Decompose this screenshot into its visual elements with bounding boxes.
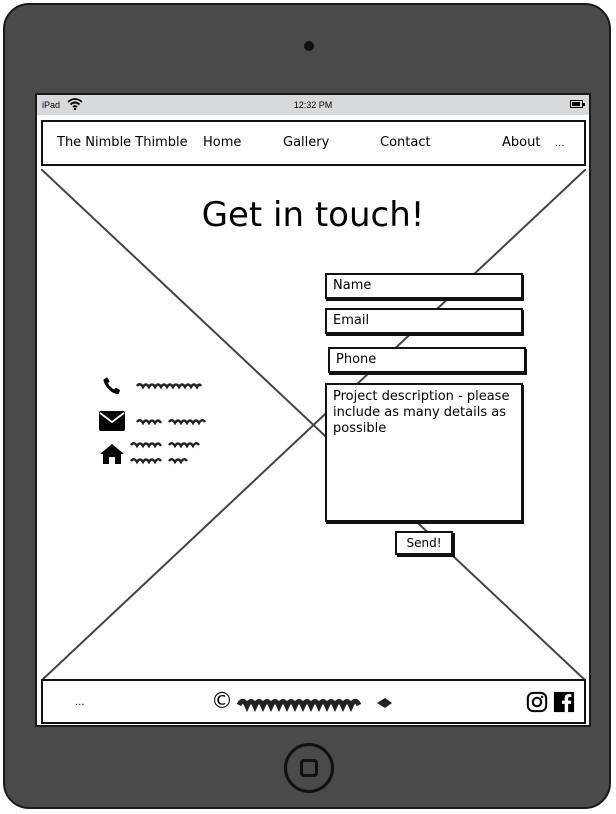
name-input[interactable]: Name [325, 273, 523, 299]
brand-link[interactable]: The Nimble Thimble [57, 135, 188, 150]
page-title: Get in touch! [201, 195, 425, 235]
instagram-icon[interactable] [526, 691, 548, 713]
copyright-text-scribble [237, 698, 392, 713]
email-address-scribble [136, 419, 206, 426]
status-bar: iPad 12:32 PM [37, 95, 589, 115]
home-icon [100, 444, 124, 464]
tablet-screen: iPad 12:32 PM The Nimble Thimble Home Ga… [35, 93, 591, 727]
project-description-textarea[interactable]: Project description - please include as … [325, 383, 523, 522]
footer: ... © [41, 679, 586, 724]
home-button-square [300, 759, 318, 777]
navigation-bar: The Nimble Thimble Home Gallery Contact … [41, 120, 586, 166]
nav-item-home[interactable]: Home [203, 135, 241, 150]
footer-ellipsis: ... [75, 697, 85, 708]
nav-more[interactable]: ... [555, 138, 565, 149]
copyright-symbol: © [211, 689, 233, 714]
camera-dot [304, 41, 314, 51]
envelope-icon [99, 411, 125, 431]
facebook-icon[interactable] [553, 691, 575, 713]
battery-icon [570, 100, 585, 108]
send-button[interactable]: Send! [395, 531, 453, 555]
phone-input[interactable]: Phone [328, 347, 526, 373]
nav-item-about[interactable]: About [502, 135, 540, 150]
nav-item-gallery[interactable]: Gallery [283, 135, 329, 150]
address-scribble [130, 442, 200, 465]
nav-item-contact[interactable]: Contact [380, 135, 431, 150]
email-input[interactable]: Email [325, 308, 523, 334]
status-time: 12:32 PM [293, 100, 333, 110]
device-home-button[interactable] [284, 743, 334, 793]
tablet-device-frame: iPad 12:32 PM The Nimble Thimble Home Ga… [3, 3, 611, 809]
phone-number-scribble [135, 382, 203, 390]
phone-icon [103, 377, 121, 394]
